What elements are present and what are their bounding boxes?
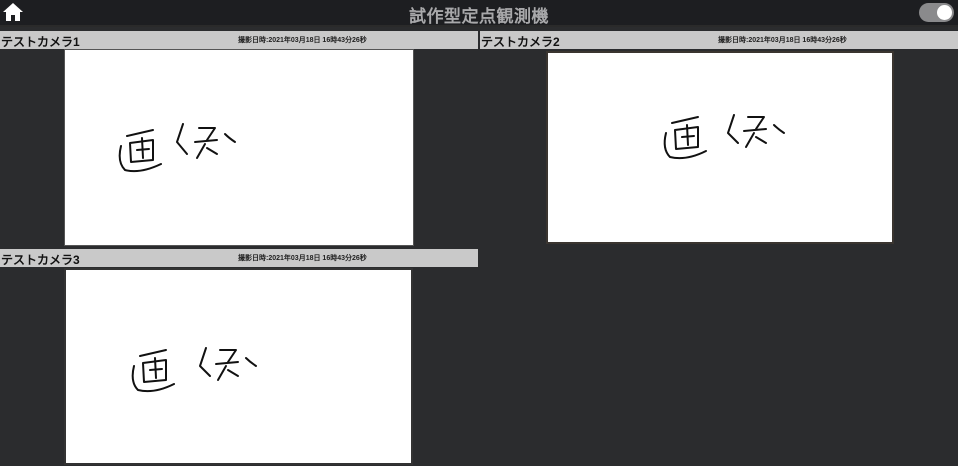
capture-timestamp: 撮影日時:2021年03月18日 16時43分26秒 — [718, 37, 847, 44]
camera-header: テストカメラ1 撮影日時:2021年03月18日 16時43分26秒 — [0, 31, 478, 49]
toggle-switch[interactable] — [919, 3, 954, 22]
empty-panel — [480, 249, 958, 466]
handwriting-image — [131, 347, 257, 393]
camera-header: テストカメラ2 撮影日時:2021年03月18日 16時43分26秒 — [480, 31, 958, 49]
top-bar: 試作型定点観測機 — [0, 0, 958, 27]
camera-image[interactable] — [64, 49, 414, 246]
toggle-knob — [937, 5, 952, 20]
camera-header: テストカメラ3 撮影日時:2021年03月18日 16時43分26秒 — [0, 249, 478, 267]
capture-timestamp: 撮影日時:2021年03月18日 16時43分26秒 — [238, 37, 367, 44]
app-title: 試作型定点観測機 — [409, 7, 549, 27]
camera-panel-3: テストカメラ3 撮影日時:2021年03月18日 16時43分26秒 — [0, 249, 478, 466]
handwriting-image — [663, 114, 785, 160]
camera-name: テストカメラ2 — [481, 35, 560, 49]
camera-name: テストカメラ1 — [1, 35, 80, 49]
camera-image[interactable] — [64, 268, 413, 465]
camera-image[interactable] — [546, 51, 894, 244]
camera-name: テストカメラ3 — [1, 253, 80, 267]
camera-panel-2: テストカメラ2 撮影日時:2021年03月18日 16時43分26秒 — [480, 31, 958, 246]
capture-timestamp: 撮影日時:2021年03月18日 16時43分26秒 — [238, 255, 367, 262]
camera-panel-1: テストカメラ1 撮影日時:2021年03月18日 16時43分26秒 — [0, 31, 478, 246]
handwriting-image — [118, 123, 236, 173]
